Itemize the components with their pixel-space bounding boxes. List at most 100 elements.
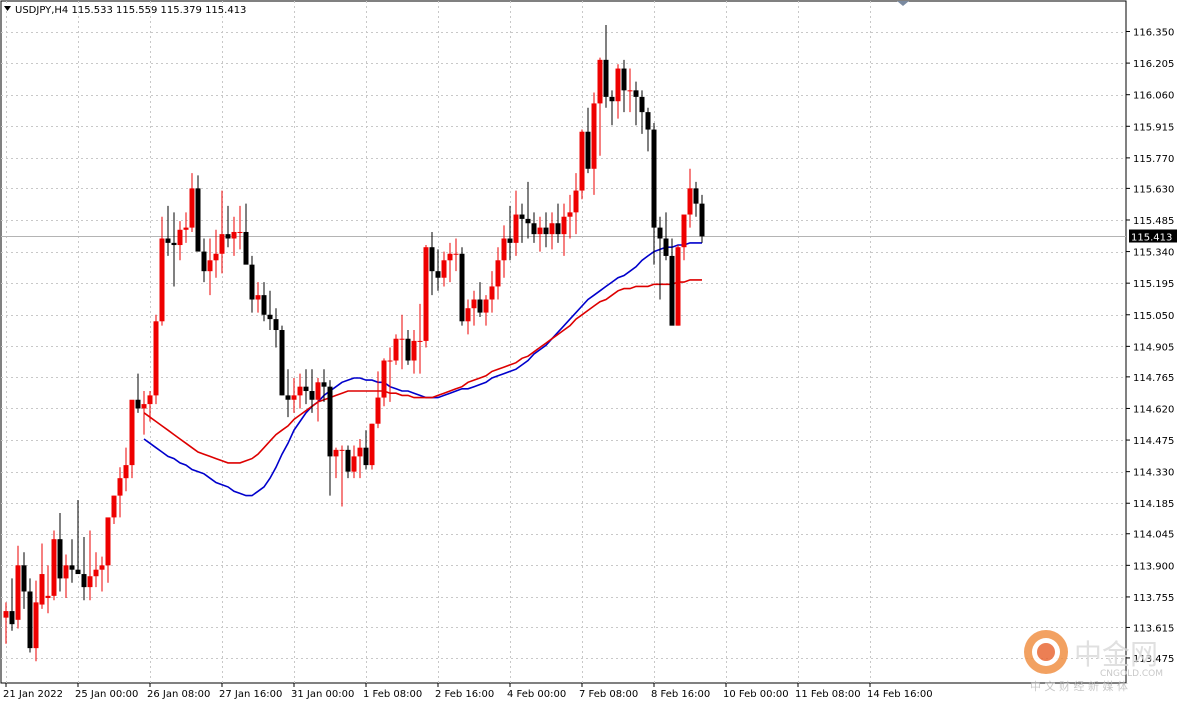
candle-body — [561, 216, 567, 235]
candle-body — [681, 214, 687, 248]
candle-body — [27, 591, 33, 649]
candle — [423, 245, 429, 348]
candle-body — [669, 255, 675, 326]
candle-body — [321, 382, 327, 387]
y-tick-label: 114.475 — [1133, 436, 1174, 447]
candle-body — [303, 386, 309, 392]
candle — [153, 314, 159, 405]
candle — [675, 245, 681, 326]
x-tick-label: 31 Jan 00:00 — [291, 689, 354, 700]
candle-body — [153, 321, 159, 396]
candle-body — [411, 340, 417, 361]
candle — [279, 325, 285, 396]
x-tick-label: 2 Feb 16:00 — [435, 689, 494, 700]
candle-body — [597, 59, 603, 104]
candle-body — [435, 271, 441, 278]
candle — [579, 129, 585, 200]
candle-body — [399, 338, 405, 340]
candle-body — [9, 611, 15, 625]
candle-body — [381, 360, 387, 398]
candle-body — [483, 299, 489, 313]
candle-body — [363, 447, 369, 466]
candle-body — [501, 238, 507, 261]
candle-body — [183, 227, 189, 230]
candle-body — [207, 260, 213, 272]
y-tick-label: 116.205 — [1133, 59, 1174, 70]
x-tick-label: 4 Feb 00:00 — [507, 689, 566, 700]
watermark-name-en: CNGOLD.COM — [1100, 669, 1163, 679]
y-tick-label: 114.330 — [1133, 468, 1174, 479]
y-tick-label: 114.765 — [1133, 373, 1174, 384]
candle-body — [123, 465, 129, 479]
candle-body — [159, 238, 165, 322]
candle-body — [213, 253, 219, 261]
current-price-tag: 115.413 — [1129, 229, 1177, 244]
candle-body — [219, 234, 225, 254]
candle-body — [675, 247, 681, 326]
candle-body — [573, 190, 579, 213]
candle-body — [639, 96, 645, 113]
candle-body — [69, 565, 75, 570]
chart-window[interactable]: 116.350 116.205 116.060 115.915 115.770 115.6… — [0, 0, 1182, 703]
price-chart[interactable]: 116.350 116.205 116.060 115.915 115.770 115.6… — [0, 0, 1182, 703]
candle-body — [495, 260, 501, 287]
candle-body — [273, 319, 279, 331]
candle-body — [549, 223, 555, 235]
y-tick-label: 114.185 — [1133, 499, 1174, 510]
candle-body — [531, 223, 537, 235]
candle-body — [15, 565, 21, 620]
candle-body — [333, 449, 339, 457]
candle-body — [147, 395, 153, 405]
x-tick-label: 14 Feb 16:00 — [867, 689, 933, 700]
candle-body — [453, 253, 459, 255]
candle-body — [543, 227, 549, 235]
candle-body — [33, 602, 39, 649]
candle-body — [129, 399, 135, 466]
candle-body — [3, 611, 9, 618]
candle-body — [57, 539, 63, 579]
candle-body — [471, 299, 477, 309]
candle-body — [567, 212, 573, 217]
candle-body — [75, 569, 81, 575]
candle-body — [135, 399, 141, 409]
candle-body — [93, 569, 99, 577]
candle-body — [255, 295, 261, 300]
y-tick-label: 114.620 — [1133, 404, 1174, 415]
candle-body — [99, 565, 105, 570]
candle-body — [369, 423, 375, 466]
candle-body — [621, 68, 627, 91]
candle-body — [339, 449, 345, 451]
candle-body — [177, 229, 183, 246]
candle — [51, 530, 57, 601]
candle-body — [477, 299, 483, 313]
y-tick-label: 115.195 — [1133, 279, 1174, 290]
candle-body — [513, 214, 519, 243]
x-tick-label: 8 Feb 16:00 — [651, 689, 710, 700]
y-tick-label: 115.915 — [1133, 122, 1174, 133]
candle-body — [603, 59, 609, 97]
candle-body — [267, 314, 273, 320]
y-tick-label: 113.755 — [1133, 593, 1174, 604]
candle-body — [507, 238, 513, 243]
candle-body — [555, 223, 561, 235]
y-tick-label: 114.045 — [1133, 530, 1174, 541]
candle — [369, 423, 375, 470]
y-tick-label: 115.770 — [1133, 154, 1174, 165]
candle-body — [21, 565, 27, 592]
candle-body — [525, 218, 531, 224]
candle-body — [609, 96, 615, 102]
candle — [459, 247, 465, 326]
candle-body — [261, 295, 267, 315]
y-tick-label: 113.615 — [1133, 623, 1174, 634]
candle-body — [423, 247, 429, 341]
candle-body — [249, 264, 255, 300]
candle-body — [201, 251, 207, 272]
candle-body — [225, 234, 231, 239]
watermark-tagline: 中 文 财 经 新 媒 体 — [1030, 679, 1128, 693]
candle-body — [351, 456, 357, 472]
candle-body — [387, 360, 393, 362]
candle-body — [465, 308, 471, 322]
candle-body — [327, 386, 333, 457]
candle-body — [585, 131, 591, 169]
candle-body — [51, 539, 57, 596]
